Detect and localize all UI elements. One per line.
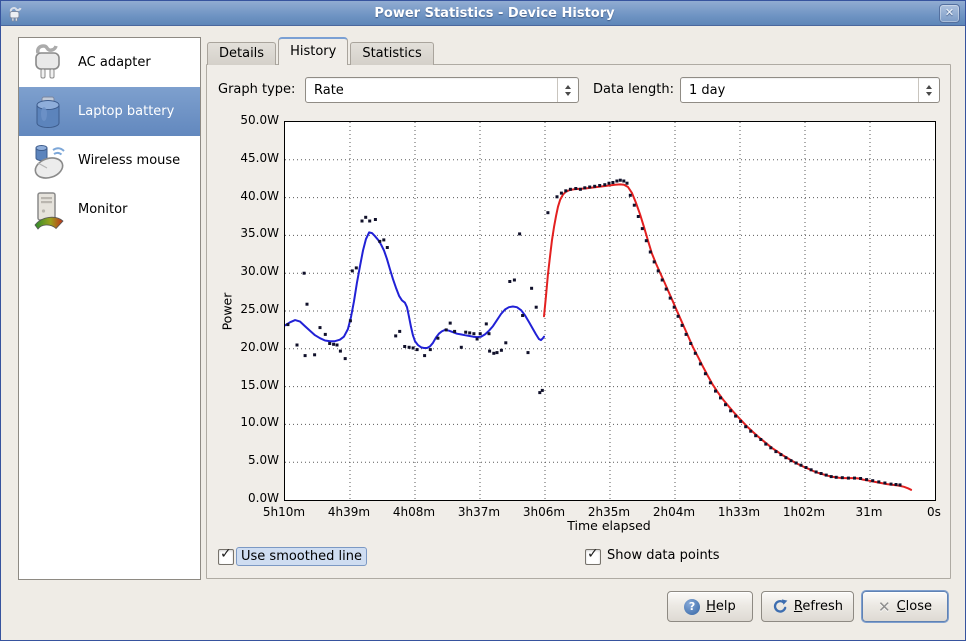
x-tick-label: 2h35m	[577, 505, 641, 519]
close-button[interactable]: ✕ Close	[862, 591, 948, 622]
button-label: Close	[897, 599, 932, 614]
x-tick-label: 31m	[837, 505, 901, 519]
sidebar-item-label: Monitor	[78, 202, 127, 217]
smoothed-rate-red	[544, 184, 911, 489]
tab-history[interactable]: History	[278, 37, 348, 65]
check-icon: ✓	[220, 546, 232, 562]
y-tick-label: 15.0W	[209, 378, 279, 392]
tab-statistics[interactable]: Statistics	[350, 42, 433, 65]
use-smoothed-line-checkbox[interactable]: ✓	[218, 549, 234, 565]
close-icon: ✕	[878, 598, 891, 616]
y-tick-label: 30.0W	[209, 264, 279, 278]
data-length-combo[interactable]: 1 day	[680, 77, 940, 103]
y-tick-label: 40.0W	[209, 189, 279, 203]
window-title: Power Statistics - Device History	[24, 6, 965, 21]
graph-type-value: Rate	[306, 83, 557, 98]
graph-type-label: Graph type:	[218, 77, 295, 103]
window-close-button[interactable]: ✕	[939, 4, 960, 23]
show-data-points-checkbox[interactable]: ✓	[585, 549, 601, 565]
data-length-label: Data length:	[593, 77, 674, 103]
show-data-points-label[interactable]: Show data points	[603, 547, 724, 564]
history-chart	[284, 121, 936, 501]
x-tick-label: 1h33m	[707, 505, 771, 519]
ac-adapter-icon	[28, 43, 68, 83]
x-tick-label: 3h37m	[447, 505, 511, 519]
x-tick-label: 0s	[902, 505, 966, 519]
power-statistics-window: Power Statistics - Device History ✕ AC a…	[0, 0, 966, 641]
sidebar-item-ac-adapter[interactable]: AC adapter	[19, 38, 200, 87]
y-tick-label: 50.0W	[209, 113, 279, 127]
data-length-value: 1 day	[681, 83, 918, 98]
x-tick-label: 3h06m	[512, 505, 576, 519]
y-tick-label: 45.0W	[209, 151, 279, 165]
graph-type-combo[interactable]: Rate	[305, 77, 579, 103]
wireless-mouse-icon	[28, 141, 68, 181]
y-tick-label: 35.0W	[209, 226, 279, 240]
monitor-icon	[28, 190, 68, 230]
button-label: Help	[706, 599, 736, 614]
sidebar-item-monitor[interactable]: Monitor	[19, 185, 200, 234]
y-tick-label: 5.0W	[209, 453, 279, 467]
check-icon: ✓	[587, 546, 599, 562]
help-icon: ?	[684, 599, 700, 615]
y-tick-label: 20.0W	[209, 340, 279, 354]
x-tick-label: 4h39m	[317, 505, 381, 519]
tab-bar: DetailsHistoryStatistics	[207, 40, 436, 65]
sidebar-item-label: AC adapter	[78, 55, 151, 70]
data-points	[286, 179, 901, 487]
refresh-button[interactable]: Refresh	[761, 591, 854, 622]
laptop-battery-icon	[28, 92, 68, 132]
titlebar[interactable]: Power Statistics - Device History ✕	[1, 1, 965, 26]
sidebar-item-label: Laptop battery	[78, 104, 174, 119]
button-label: Refresh	[794, 599, 843, 614]
refresh-icon	[772, 599, 788, 615]
combo-spinner-icon	[918, 78, 939, 102]
x-axis-title: Time elapsed	[484, 518, 734, 533]
use-smoothed-line-label[interactable]: Use smoothed line	[236, 547, 367, 566]
y-tick-label: 10.0W	[209, 415, 279, 429]
y-tick-label: 0.0W	[209, 491, 279, 505]
sidebar-item-label: Wireless mouse	[78, 153, 180, 168]
device-list: AC adapter Laptop battery Wireless mouse Mo…	[18, 37, 201, 580]
tab-details[interactable]: Details	[207, 42, 276, 65]
x-tick-label: 5h10m	[252, 505, 316, 519]
sidebar-item-wireless-mouse[interactable]: Wireless mouse	[19, 136, 200, 185]
combo-spinner-icon	[557, 78, 578, 102]
x-tick-label: 1h02m	[772, 505, 836, 519]
dialog-button-row: ? Help Refresh ✕ Close	[667, 591, 948, 622]
y-tick-label: 25.0W	[209, 302, 279, 316]
x-tick-label: 2h04m	[642, 505, 706, 519]
sidebar-item-laptop-battery[interactable]: Laptop battery	[19, 87, 200, 136]
x-tick-label: 4h08m	[382, 505, 446, 519]
help-button[interactable]: ? Help	[667, 591, 753, 622]
app-icon	[7, 5, 24, 22]
history-tab-page: Graph type: Rate Data length: 1 day Powe…	[206, 64, 951, 579]
